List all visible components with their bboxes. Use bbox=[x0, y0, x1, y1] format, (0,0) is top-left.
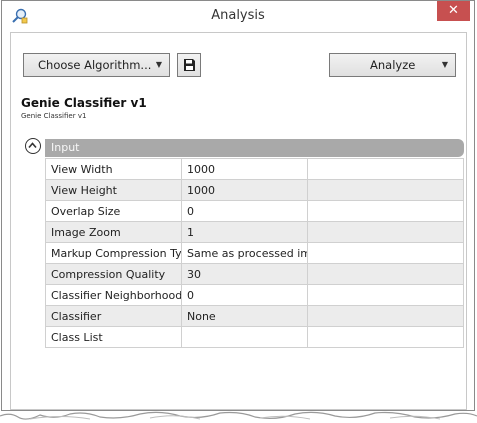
property-value[interactable]: 0 bbox=[181, 284, 308, 306]
chevron-down-icon: ▼ bbox=[441, 60, 448, 69]
classifier-title: Genie Classifier v1 bbox=[21, 96, 147, 110]
input-section-header[interactable]: Input bbox=[45, 139, 464, 157]
property-row: Classifier None bbox=[45, 305, 464, 327]
property-value[interactable]: 1000 bbox=[181, 158, 308, 180]
property-extra-cell bbox=[307, 158, 464, 180]
property-name: Image Zoom bbox=[45, 221, 182, 243]
property-extra-cell bbox=[307, 263, 464, 285]
property-name: Compression Quality bbox=[45, 263, 182, 285]
property-row: View Width 1000 bbox=[45, 158, 464, 180]
title-bar[interactable]: Analysis ✕ bbox=[2, 1, 474, 31]
property-row: View Height 1000 bbox=[45, 179, 464, 201]
property-name: View Height bbox=[45, 179, 182, 201]
collapse-section-icon[interactable] bbox=[25, 138, 41, 154]
property-extra-cell bbox=[307, 200, 464, 222]
property-name: Class List bbox=[45, 326, 182, 348]
property-value[interactable]: Same as processed image bbox=[181, 242, 308, 264]
floppy-disk-icon bbox=[184, 59, 195, 71]
property-name: Markup Compression Type bbox=[45, 242, 182, 264]
choose-algorithm-label: Choose Algorithm... bbox=[38, 58, 152, 72]
property-grid: View Width 1000 View Height 1000 Overlap… bbox=[45, 158, 464, 348]
property-extra-cell bbox=[307, 284, 464, 306]
property-name: Classifier Neighborhood bbox=[45, 284, 182, 306]
property-extra-cell bbox=[307, 221, 464, 243]
property-name: Overlap Size bbox=[45, 200, 182, 222]
property-row: Image Zoom 1 bbox=[45, 221, 464, 243]
property-extra-cell bbox=[307, 242, 464, 264]
property-value[interactable] bbox=[181, 326, 308, 348]
property-extra-cell bbox=[307, 179, 464, 201]
property-value[interactable]: 1000 bbox=[181, 179, 308, 201]
property-extra-cell bbox=[307, 305, 464, 327]
analyze-dropdown[interactable]: Analyze ▼ bbox=[329, 53, 456, 77]
analysis-window: Analysis ✕ Choose Algorithm... ▼ Analyze… bbox=[1, 0, 475, 411]
property-value[interactable]: 0 bbox=[181, 200, 308, 222]
property-value[interactable]: None bbox=[181, 305, 308, 327]
property-row: Compression Quality 30 bbox=[45, 263, 464, 285]
property-value[interactable]: 30 bbox=[181, 263, 308, 285]
choose-algorithm-dropdown[interactable]: Choose Algorithm... ▼ bbox=[23, 53, 170, 77]
classifier-subtitle: Genie Classifier v1 bbox=[21, 112, 87, 120]
window-title: Analysis bbox=[211, 8, 265, 23]
property-row: Class List bbox=[45, 326, 464, 348]
property-name: View Width bbox=[45, 158, 182, 180]
save-button[interactable] bbox=[177, 53, 201, 77]
analyze-label: Analyze bbox=[370, 58, 416, 72]
property-row: Classifier Neighborhood 0 bbox=[45, 284, 464, 306]
property-name: Classifier bbox=[45, 305, 182, 327]
property-extra-cell bbox=[307, 326, 464, 348]
torn-edge-decoration bbox=[0, 411, 477, 420]
property-row: Overlap Size 0 bbox=[45, 200, 464, 222]
close-button[interactable]: ✕ bbox=[437, 1, 470, 21]
analysis-panel: Choose Algorithm... ▼ Analyze ▼ Genie Cl… bbox=[10, 32, 467, 410]
property-row: Markup Compression Type Same as processe… bbox=[45, 242, 464, 264]
chevron-down-icon: ▼ bbox=[155, 60, 162, 69]
property-value[interactable]: 1 bbox=[181, 221, 308, 243]
